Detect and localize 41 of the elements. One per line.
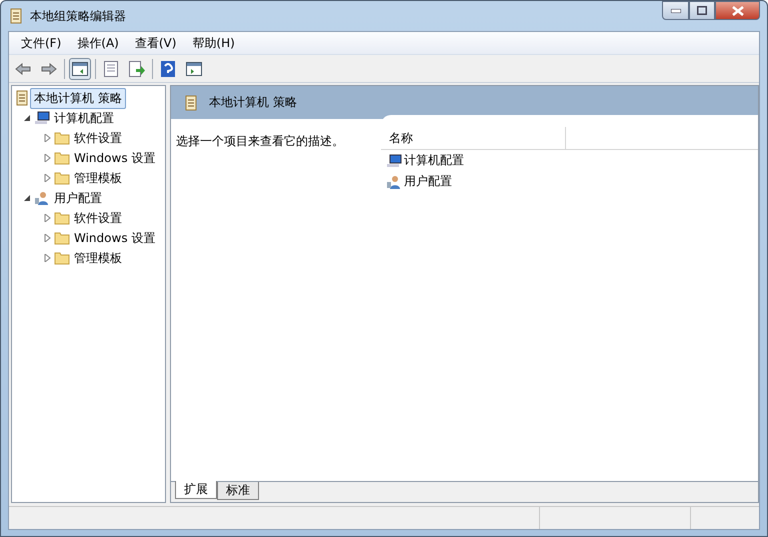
maximize-button[interactable] — [689, 1, 715, 20]
document-icon — [8, 8, 24, 24]
tree-item[interactable]: 本地计算机 策略 — [30, 88, 126, 108]
computer-icon — [34, 110, 50, 126]
tree-item[interactable]: 软件设置 — [70, 128, 126, 148]
tab[interactable]: 扩展 — [175, 481, 217, 499]
menu-item[interactable]: 查看(V) — [126, 34, 184, 52]
window-title: 本地组策略编辑器 — [30, 8, 127, 24]
folder-icon — [54, 170, 70, 186]
minimize-icon — [670, 8, 680, 12]
description-text: 选择一个项目来查看它的描述。 — [176, 134, 344, 148]
tree-item[interactable]: Windows 设置 — [70, 148, 160, 168]
menu-item[interactable]: 文件(F) — [13, 34, 70, 52]
document-icon — [183, 94, 199, 110]
menu-item[interactable]: 操作(A) — [69, 34, 127, 52]
close-icon — [732, 6, 744, 16]
show-hide-tree-button[interactable] — [69, 58, 91, 80]
tree-item[interactable]: Windows 设置 — [70, 228, 160, 248]
column-header[interactable]: 名称 — [381, 127, 566, 149]
folder-icon — [54, 130, 70, 146]
tree-item[interactable]: 计算机配置 — [50, 108, 118, 128]
menu-item[interactable]: 帮助(H) — [184, 34, 243, 52]
user-icon — [34, 190, 50, 206]
tree-item[interactable]: 管理模板 — [70, 168, 126, 188]
list-item[interactable]: 计算机配置 — [404, 152, 464, 169]
computer-icon — [386, 152, 402, 168]
folder-icon — [54, 230, 70, 246]
minimize-button[interactable] — [662, 1, 689, 20]
tree-item[interactable]: 用户配置 — [50, 188, 106, 208]
tree-item[interactable]: 软件设置 — [70, 208, 126, 228]
maximize-icon — [697, 6, 707, 15]
folder-icon — [54, 210, 70, 226]
tab[interactable]: 标准 — [217, 482, 259, 500]
tree-item[interactable]: 管理模板 — [70, 248, 126, 268]
pane-title: 本地计算机 策略 — [209, 94, 297, 111]
list-item[interactable]: 用户配置 — [404, 173, 452, 190]
folder-icon — [54, 150, 70, 166]
user-icon — [386, 174, 402, 190]
document-icon — [14, 90, 30, 106]
folder-icon — [54, 250, 70, 266]
close-button[interactable] — [715, 1, 760, 20]
